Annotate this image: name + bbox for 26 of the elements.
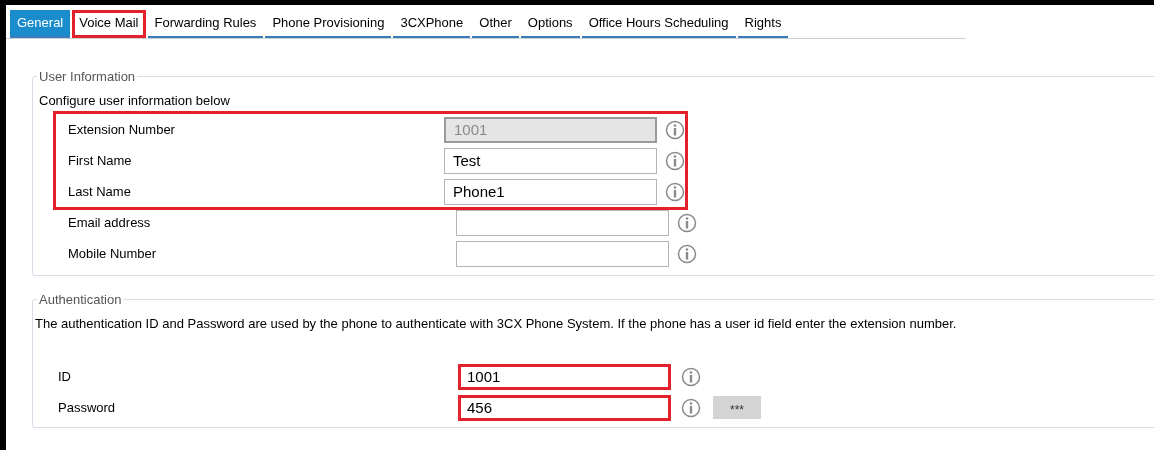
info-icon[interactable]: [665, 150, 685, 171]
text-field[interactable]: 456: [458, 394, 671, 421]
section-description: The authentication ID and Password are used by the phone to authenticate with 3CX Phone System. If the phone has a user id field enter the extension number.: [35, 314, 958, 333]
field-label: Email address: [67, 213, 152, 232]
field-label: ID: [58, 367, 72, 386]
tab[interactable]: General: [10, 10, 71, 38]
text-field[interactable]: [456, 209, 669, 236]
text-field[interactable]: 1001: [458, 363, 671, 390]
info-icon[interactable]: [677, 243, 697, 264]
info-icon[interactable]: [681, 366, 701, 387]
section-description: Configure user information below: [39, 91, 231, 110]
field-label: Mobile Number: [67, 244, 158, 263]
text-field[interactable]: Phone1: [444, 178, 657, 205]
show-password-button[interactable]: ***: [713, 396, 761, 419]
field-label: First Name: [67, 151, 133, 170]
field-label: Password: [58, 398, 117, 417]
tab[interactable]: Voice Mail: [72, 10, 146, 38]
info-icon[interactable]: [665, 181, 685, 202]
field-label: Extension Number: [67, 120, 176, 139]
text-field[interactable]: Test: [444, 147, 657, 174]
text-field[interactable]: [456, 240, 669, 267]
info-icon[interactable]: [681, 397, 701, 418]
section-title: Authentication: [38, 291, 123, 309]
field-label: Last Name: [67, 182, 132, 201]
info-icon[interactable]: [677, 212, 697, 233]
section-title: User Information: [38, 68, 137, 86]
